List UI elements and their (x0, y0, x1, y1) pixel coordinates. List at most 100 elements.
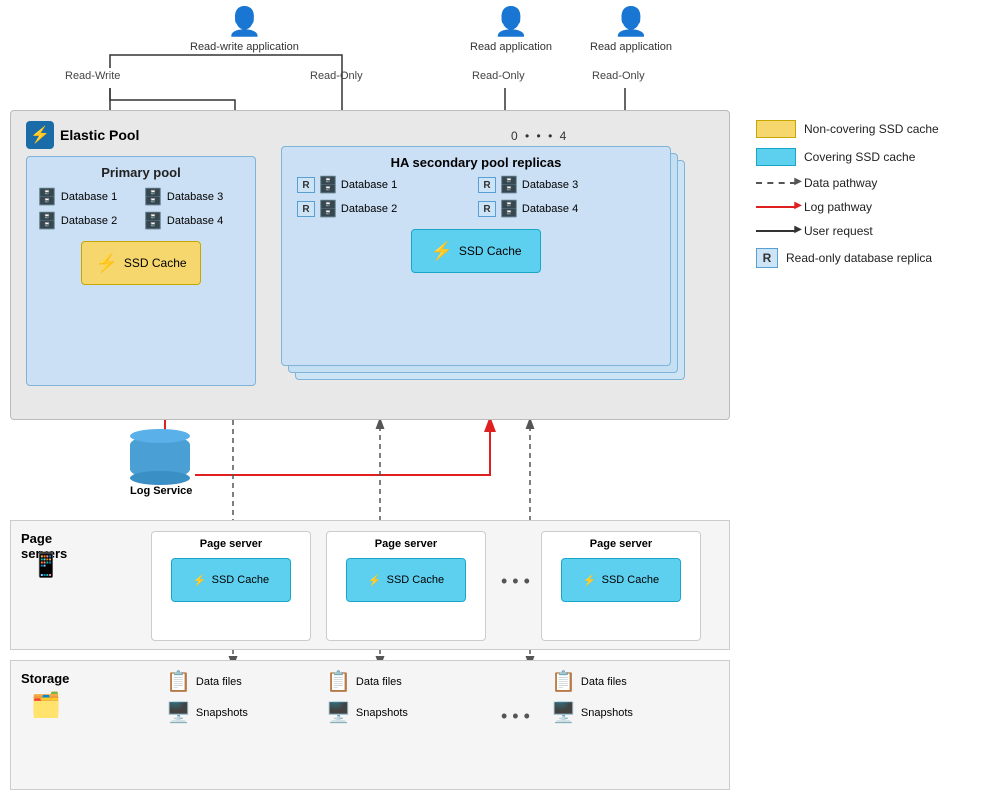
ha-db1-label: Database 1 (341, 179, 397, 191)
snapshots-1-icon: 🖥️ (166, 700, 191, 725)
readwrite-person-icon: 👤 (227, 5, 262, 38)
readwrite-connection-label: Read-Write (65, 70, 120, 82)
log-service-container: Log Service (130, 435, 192, 497)
log-service-cylinder (130, 435, 190, 479)
read-app2-group: 👤 Read application (590, 5, 672, 54)
read-app1-person-icon: 👤 (494, 5, 529, 38)
page-server-2-ssd-icon: ⚡ (368, 574, 382, 587)
data-files-2-icon: 📋 (326, 669, 351, 694)
ha-db1: R 🗄️ Database 1 (297, 175, 474, 195)
ha-db3-icon: 🗄️ (499, 175, 519, 195)
ha-ssd-icon: ⚡ (430, 241, 452, 262)
snapshots-3-icon: 🖥️ (551, 700, 576, 725)
storage-label: Storage (21, 671, 69, 686)
ha-db3-label: Database 3 (522, 179, 578, 191)
legend-readonly-replica: R Read-only database replica (756, 248, 976, 268)
db4-label: Database 4 (167, 215, 223, 227)
storage-group-2: 📋 Data files 🖥️ Snapshots (326, 669, 408, 725)
page-server-3-ssd-icon: ⚡ (583, 574, 597, 587)
page-server-2: Page server ⚡ SSD Cache (326, 531, 486, 641)
ha-db-grid: R 🗄️ Database 1 R 🗄️ Database 3 R 🗄️ Dat… (282, 175, 670, 219)
ha-card-front: HA secondary pool replicas R 🗄️ Database… (281, 146, 671, 366)
legend-covering-box (756, 148, 796, 166)
legend-data-pathway: Data pathway (756, 176, 976, 190)
data-files-3-label: Data files (581, 676, 627, 688)
primary-pool-title: Primary pool (27, 157, 255, 185)
ha-db4-label: Database 4 (522, 203, 578, 215)
db3-icon: 🗄️ (143, 187, 163, 207)
legend-r-box: R (756, 248, 778, 268)
r-badge-4: R (478, 201, 496, 217)
page-servers-icon: 📱 (31, 551, 61, 580)
data-files-3: 📋 Data files (551, 669, 633, 694)
read-app1-group: 👤 Read application (470, 5, 552, 54)
legend-non-covering: Non-covering SSD cache (756, 120, 976, 138)
legend-covering: Covering SSD cache (756, 148, 976, 166)
primary-ssd-icon: ⚡ (95, 253, 117, 274)
snapshots-1: 🖥️ Snapshots (166, 700, 248, 725)
ha-pool-title: HA secondary pool replicas (282, 147, 670, 175)
log-service-label: Log Service (130, 485, 192, 497)
primary-ssd-cache: ⚡ SSD Cache (81, 241, 201, 285)
replica-range: 0 • • • 4 (511, 129, 568, 143)
db3-label: Database 3 (167, 191, 223, 203)
snapshots-2: 🖥️ Snapshots (326, 700, 408, 725)
legend-panel: Non-covering SSD cache Covering SSD cach… (756, 120, 976, 278)
db1-icon: 🗄️ (37, 187, 57, 207)
page-server-2-cache: ⚡ SSD Cache (346, 558, 466, 602)
page-server-1-title: Page server (200, 538, 262, 550)
page-server-2-cache-label: SSD Cache (387, 574, 444, 586)
data-files-1-label: Data files (196, 676, 242, 688)
page-server-1-ssd-icon: ⚡ (193, 574, 207, 587)
ha-db4-icon: 🗄️ (499, 199, 519, 219)
ha-ssd-label: SSD Cache (459, 244, 522, 258)
legend-data-pathway-label: Data pathway (804, 176, 877, 190)
diagram-area: Read-Write 👤 Read-write application Read… (0, 0, 740, 800)
legend-red-line (756, 206, 796, 208)
storage-group-3: 📋 Data files 🖥️ Snapshots (551, 669, 633, 725)
ha-db2-label: Database 2 (341, 203, 397, 215)
legend-covering-label: Covering SSD cache (804, 150, 915, 164)
page-server-1-cache-label: SSD Cache (212, 574, 269, 586)
readonly-label1: Read-Only (472, 70, 525, 82)
readwrite-app-label: Read-write application (190, 40, 299, 54)
data-files-2-label: Data files (356, 676, 402, 688)
page-server-3-title: Page server (590, 538, 652, 550)
page-server-3-cache: ⚡ SSD Cache (561, 558, 681, 602)
ha-db4: R 🗄️ Database 4 (478, 199, 655, 219)
ha-db3: R 🗄️ Database 3 (478, 175, 655, 195)
ha-db2-icon: 🗄️ (318, 199, 338, 219)
storage-section: Storage 🗂️ 📋 Data files 🖥️ Snapshots 📋 D… (10, 660, 730, 790)
snapshots-2-label: Snapshots (356, 707, 408, 719)
db4-icon: 🗄️ (143, 211, 163, 231)
storage-group-1: 📋 Data files 🖥️ Snapshots (166, 669, 248, 725)
data-files-3-icon: 📋 (551, 669, 576, 694)
legend-black-line (756, 230, 796, 232)
primary-db3: 🗄️ Database 3 (143, 187, 245, 207)
db1-label: Database 1 (61, 191, 117, 203)
snapshots-1-label: Snapshots (196, 707, 248, 719)
page-server-2-title: Page server (375, 538, 437, 550)
legend-readonly-replica-label: Read-only database replica (786, 251, 932, 265)
primary-ssd-label: SSD Cache (124, 256, 187, 270)
primary-db1: 🗄️ Database 1 (37, 187, 139, 207)
data-files-1: 📋 Data files (166, 669, 248, 694)
read-app2-label: Read application (590, 40, 672, 54)
legend-log-pathway: Log pathway (756, 200, 976, 214)
primary-db2: 🗄️ Database 2 (37, 211, 139, 231)
readonly-middle-label: Read-Only (310, 70, 363, 82)
r-badge-3: R (478, 177, 496, 193)
ha-db1-icon: 🗄️ (318, 175, 338, 195)
db2-label: Database 2 (61, 215, 117, 227)
snapshots-3-label: Snapshots (581, 707, 633, 719)
dots-separator-ps: • • • (501, 571, 530, 592)
elastic-pool-icon: ⚡ (26, 121, 54, 149)
snapshots-2-icon: 🖥️ (326, 700, 351, 725)
legend-dotted-line (756, 182, 796, 184)
read-app2-person-icon: 👤 (614, 5, 649, 38)
ha-db2: R 🗄️ Database 2 (297, 199, 474, 219)
legend-user-request: User request (756, 224, 976, 238)
page-server-1: Page server ⚡ SSD Cache (151, 531, 311, 641)
legend-user-request-label: User request (804, 224, 873, 238)
primary-pool: Primary pool 🗄️ Database 1 🗄️ Database 3… (26, 156, 256, 386)
